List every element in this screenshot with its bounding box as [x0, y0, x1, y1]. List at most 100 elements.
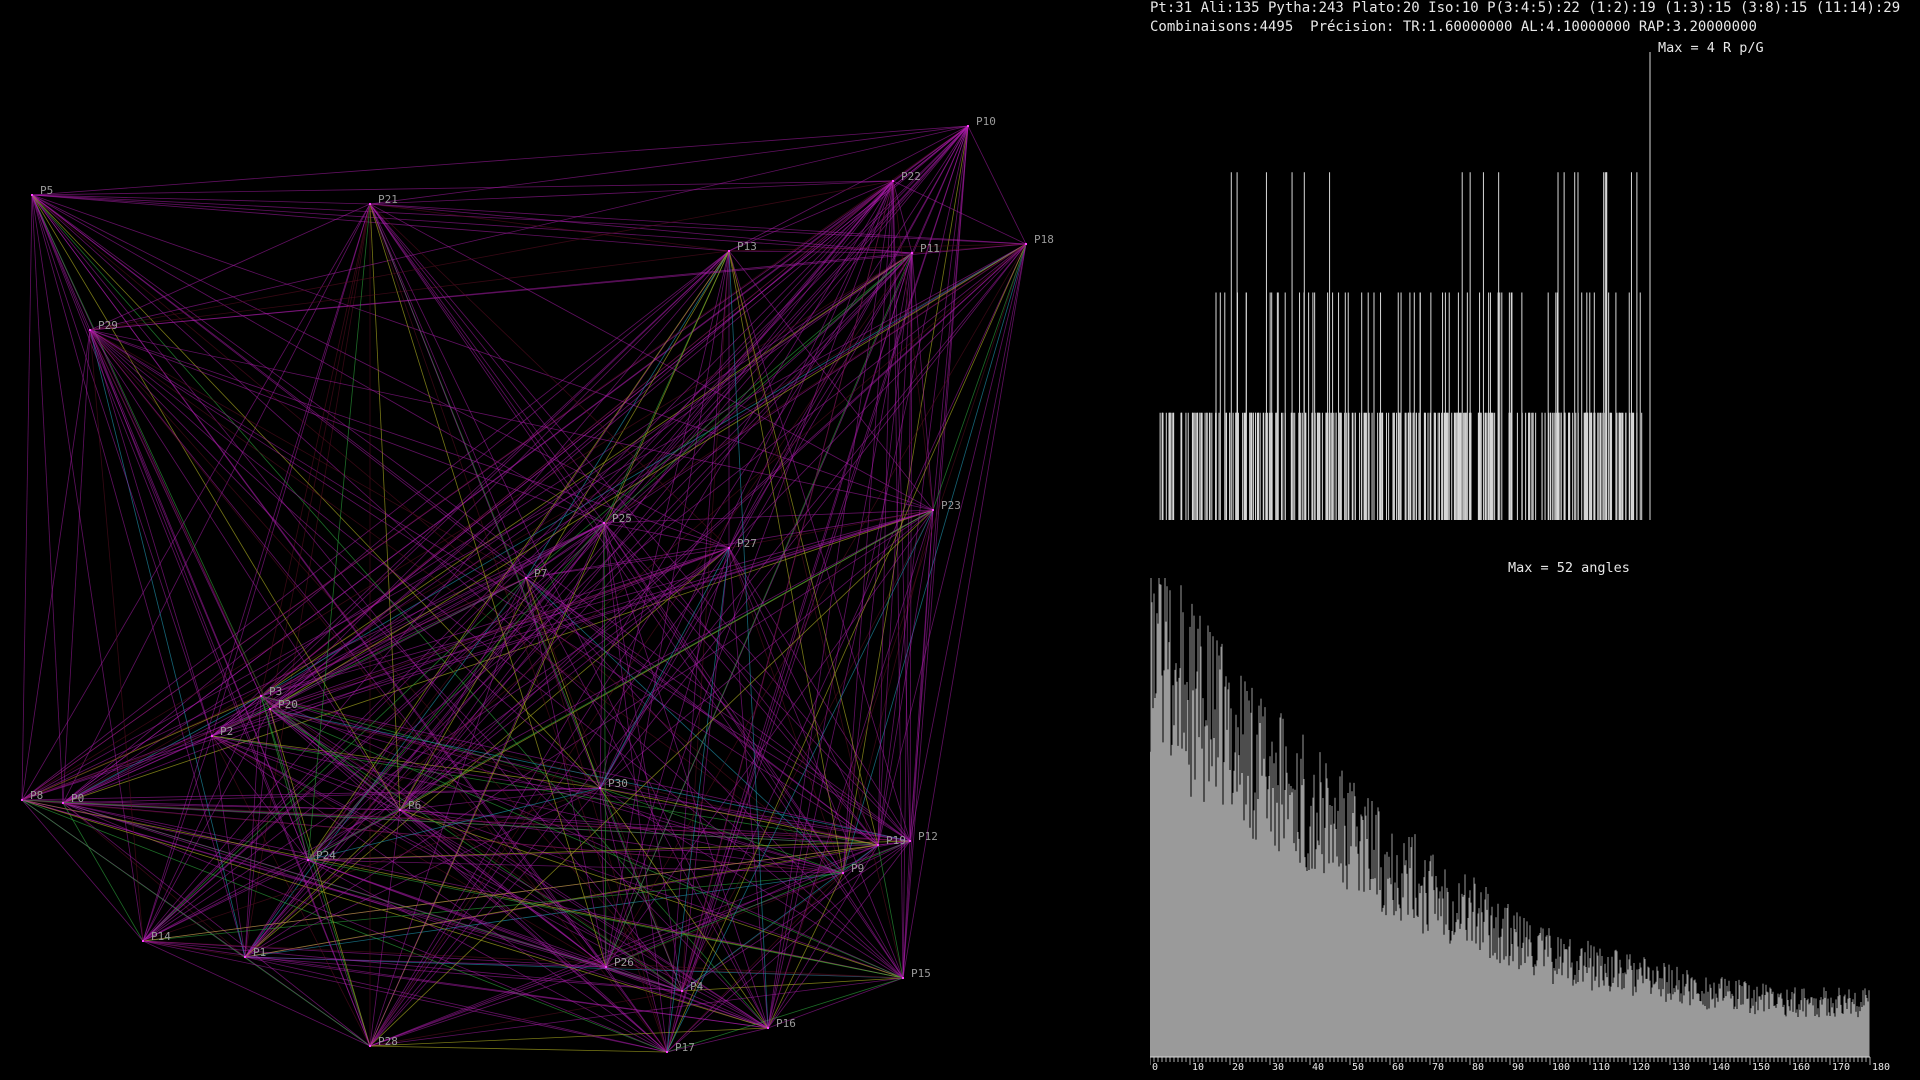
point-label: P30	[608, 777, 628, 790]
connection-line	[399, 547, 730, 811]
geometry-analysis-window: P0 P1 P2 P3 P4 P5 P6 P7 P8 P9 P10 P11 P12 P13 P14 P15 P1…	[0, 0, 1920, 1080]
angle-x-axis: 0 10 20 30 40 50 60 70 80 90 100 110 120 130 140 150 160…	[1150, 1056, 1890, 1073]
point-label: P26	[614, 956, 634, 969]
point-label: P11	[920, 242, 940, 255]
point-label: P29	[98, 319, 118, 332]
connection-line	[31, 194, 401, 811]
connection-line	[369, 1027, 769, 1047]
point-marker	[399, 809, 401, 811]
connection-line	[307, 243, 1027, 861]
point-marker	[728, 250, 730, 252]
connection-line	[89, 329, 683, 992]
connection-line	[681, 250, 730, 992]
connection-line	[31, 125, 969, 196]
angle-tick-label: 140	[1712, 1062, 1730, 1073]
connection-line	[89, 203, 371, 331]
angle-tick-label: 40	[1312, 1062, 1324, 1073]
angle-tick-label: 10	[1192, 1062, 1204, 1073]
connection-line	[681, 977, 904, 992]
point-label: P5	[40, 184, 53, 197]
connection-line	[89, 329, 607, 968]
angle-tick-label: 30	[1272, 1062, 1284, 1073]
point-label: P17	[675, 1041, 695, 1054]
connection-line	[967, 125, 1027, 245]
point-marker	[603, 522, 605, 524]
point-label: P22	[901, 170, 921, 183]
connection-lines	[21, 125, 1027, 1053]
point-label: P3	[269, 685, 282, 698]
point-marker	[605, 966, 607, 968]
angle-bars	[1150, 578, 1870, 1057]
angle-tick-label: 60	[1392, 1062, 1404, 1073]
point-label: P25	[612, 512, 632, 525]
connection-line	[31, 194, 246, 958]
point-label: P0	[71, 792, 84, 805]
point-label: P16	[776, 1017, 796, 1030]
connection-line	[599, 522, 605, 789]
connection-line	[62, 252, 913, 804]
connection-line	[369, 203, 730, 252]
connection-line	[369, 1045, 668, 1053]
point-label: P28	[378, 1035, 398, 1048]
point-label: P18	[1034, 233, 1054, 246]
connection-line	[31, 194, 371, 205]
point-marker	[909, 840, 911, 842]
point-label: P27	[737, 537, 757, 550]
angle-tick-label: 150	[1752, 1062, 1770, 1073]
point-label: P15	[911, 967, 931, 980]
connection-line	[892, 180, 904, 979]
point-label: P9	[851, 862, 864, 875]
point-marker	[842, 872, 844, 874]
point-label: P7	[534, 567, 547, 580]
point-label: P12	[918, 830, 938, 843]
connection-line	[902, 243, 1027, 979]
connection-line	[21, 799, 904, 979]
point-marker	[967, 125, 969, 127]
connection-line	[31, 194, 262, 697]
point-marker	[666, 1051, 668, 1053]
connection-line	[62, 329, 91, 804]
point-marker	[244, 956, 246, 958]
point-label: P10	[976, 115, 996, 128]
connection-line	[399, 125, 969, 811]
point-marker	[599, 787, 601, 789]
point-marker	[681, 990, 683, 992]
connection-line	[525, 243, 1027, 579]
angle-tick-label: 100	[1552, 1062, 1570, 1073]
point-label: P20	[278, 698, 298, 711]
connection-line	[244, 809, 401, 958]
angle-tick-label: 0	[1152, 1062, 1158, 1073]
point-marker	[877, 844, 879, 846]
angle-tick-label: 130	[1672, 1062, 1690, 1073]
points-line-network: P0 P1 P2 P3 P4 P5 P6 P7 P8 P9 P10 P11 P12 P13 P14 P15 P1…	[21, 115, 1054, 1054]
connection-line	[31, 194, 144, 942]
point-label: P21	[378, 193, 398, 206]
point-marker	[932, 509, 934, 511]
point-marker	[892, 180, 894, 182]
connection-line	[666, 509, 934, 1053]
point-marker	[260, 695, 262, 697]
point-marker	[767, 1027, 769, 1029]
point-label: P2	[220, 725, 233, 738]
point-marker	[89, 329, 91, 331]
connection-line	[269, 522, 605, 710]
connection-line	[21, 329, 91, 801]
point-marker	[211, 735, 213, 737]
angle-tick-label: 160	[1792, 1062, 1810, 1073]
angle-tick-label: 50	[1352, 1062, 1364, 1073]
connection-line	[369, 180, 894, 205]
point-label: P6	[408, 799, 421, 812]
connection-line	[89, 329, 879, 846]
point-marker	[525, 577, 527, 579]
point-label: P1	[253, 946, 266, 959]
connection-line	[21, 194, 33, 801]
connection-line	[244, 844, 879, 958]
angle-tick-label: 110	[1592, 1062, 1610, 1073]
point-marker	[369, 1045, 371, 1047]
connection-line	[31, 194, 91, 331]
point-marker	[31, 194, 33, 196]
point-marker	[728, 547, 730, 549]
connection-line	[31, 194, 527, 579]
connection-line	[89, 329, 144, 942]
angle-tick-label: 20	[1232, 1062, 1244, 1073]
